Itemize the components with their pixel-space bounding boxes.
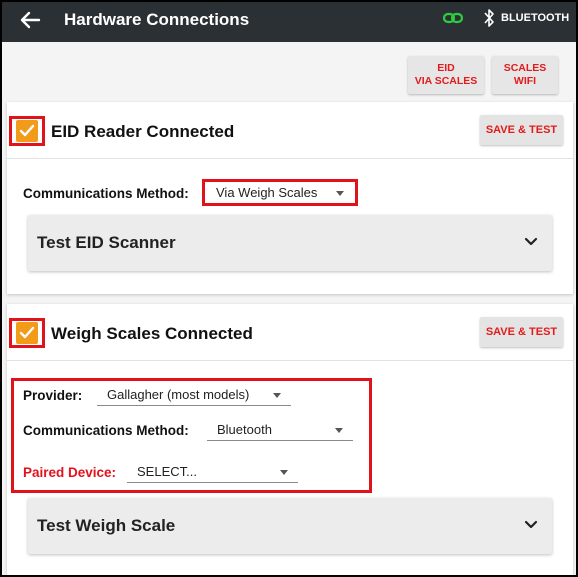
dropdown-caret-icon: [273, 393, 281, 398]
eid-via-scales-line1: EID: [437, 62, 455, 74]
bluetooth-label: BLUETOOTH: [501, 12, 570, 24]
test-eid-scanner-expander[interactable]: Test EID Scanner: [28, 215, 552, 271]
scales-wifi-line1: SCALES: [503, 62, 547, 74]
app-bar: Hardware Connections BLUETOOTH: [2, 2, 576, 42]
test-eid-scanner-title: Test EID Scanner: [37, 233, 176, 252]
provider-dropdown[interactable]: Gallagher (most models): [97, 385, 291, 406]
eid-via-scales-button[interactable]: EID VIA SCALES: [408, 56, 484, 94]
eid-comm-method-label: Communications Method:: [23, 186, 189, 201]
page-title: Hardware Connections: [64, 10, 250, 29]
eid-via-scales-line2: VIA SCALES: [414, 75, 478, 87]
scales-save-test-button[interactable]: SAVE & TEST: [480, 317, 563, 347]
paired-device-value: SELECT...: [137, 464, 197, 479]
provider-label: Provider:: [23, 388, 83, 403]
scales-card-title: Weigh Scales Connected: [51, 324, 253, 343]
eid-reader-checkbox[interactable]: [16, 120, 38, 142]
test-weigh-scale-expander[interactable]: Test Weigh Scale: [28, 498, 552, 554]
test-weigh-scale-title: Test Weigh Scale: [37, 516, 176, 535]
link-icon: [443, 12, 463, 24]
checkmark-icon: [19, 124, 35, 137]
dropdown-caret-icon: [280, 470, 288, 475]
back-arrow-icon[interactable]: [19, 10, 41, 30]
eid-save-test-button[interactable]: SAVE & TEST: [480, 115, 563, 145]
checkmark-icon: [19, 326, 35, 339]
chevron-down-icon: [524, 237, 538, 246]
eid-card-header: EID Reader Connected SAVE & TEST: [7, 102, 573, 159]
app-window: Hardware Connections BLUETOOTH EID VIA S…: [2, 2, 576, 575]
dropdown-caret-icon: [335, 428, 343, 433]
eid-card-title: EID Reader Connected: [51, 122, 235, 141]
scales-card-header: Weigh Scales Connected SAVE & TEST: [7, 304, 573, 361]
scales-comm-method-value: Bluetooth: [217, 422, 272, 437]
weigh-scales-card: Weigh Scales Connected SAVE & TEST Provi…: [7, 304, 573, 575]
chevron-down-icon: [524, 520, 538, 529]
scales-wifi-button[interactable]: SCALES WIFI: [492, 56, 558, 94]
scales-comm-method-label: Communications Method:: [23, 423, 189, 438]
eid-reader-card: EID Reader Connected SAVE & TEST Communi…: [7, 102, 573, 294]
provider-value: Gallagher (most models): [107, 387, 250, 402]
page-content: EID VIA SCALES SCALES WIFI EID Reader Co…: [2, 42, 576, 575]
paired-device-dropdown[interactable]: SELECT...: [127, 462, 298, 483]
eid-comm-method-dropdown[interactable]: Via Weigh Scales: [206, 183, 354, 202]
dropdown-caret-icon: [336, 191, 344, 196]
paired-device-label: Paired Device:: [23, 465, 117, 480]
bluetooth-icon: [484, 9, 494, 27]
eid-comm-method-value: Via Weigh Scales: [216, 185, 318, 200]
weigh-scales-checkbox[interactable]: [16, 322, 38, 344]
scales-comm-method-dropdown[interactable]: Bluetooth: [207, 420, 353, 441]
scales-wifi-line2: WIFI: [513, 75, 537, 87]
